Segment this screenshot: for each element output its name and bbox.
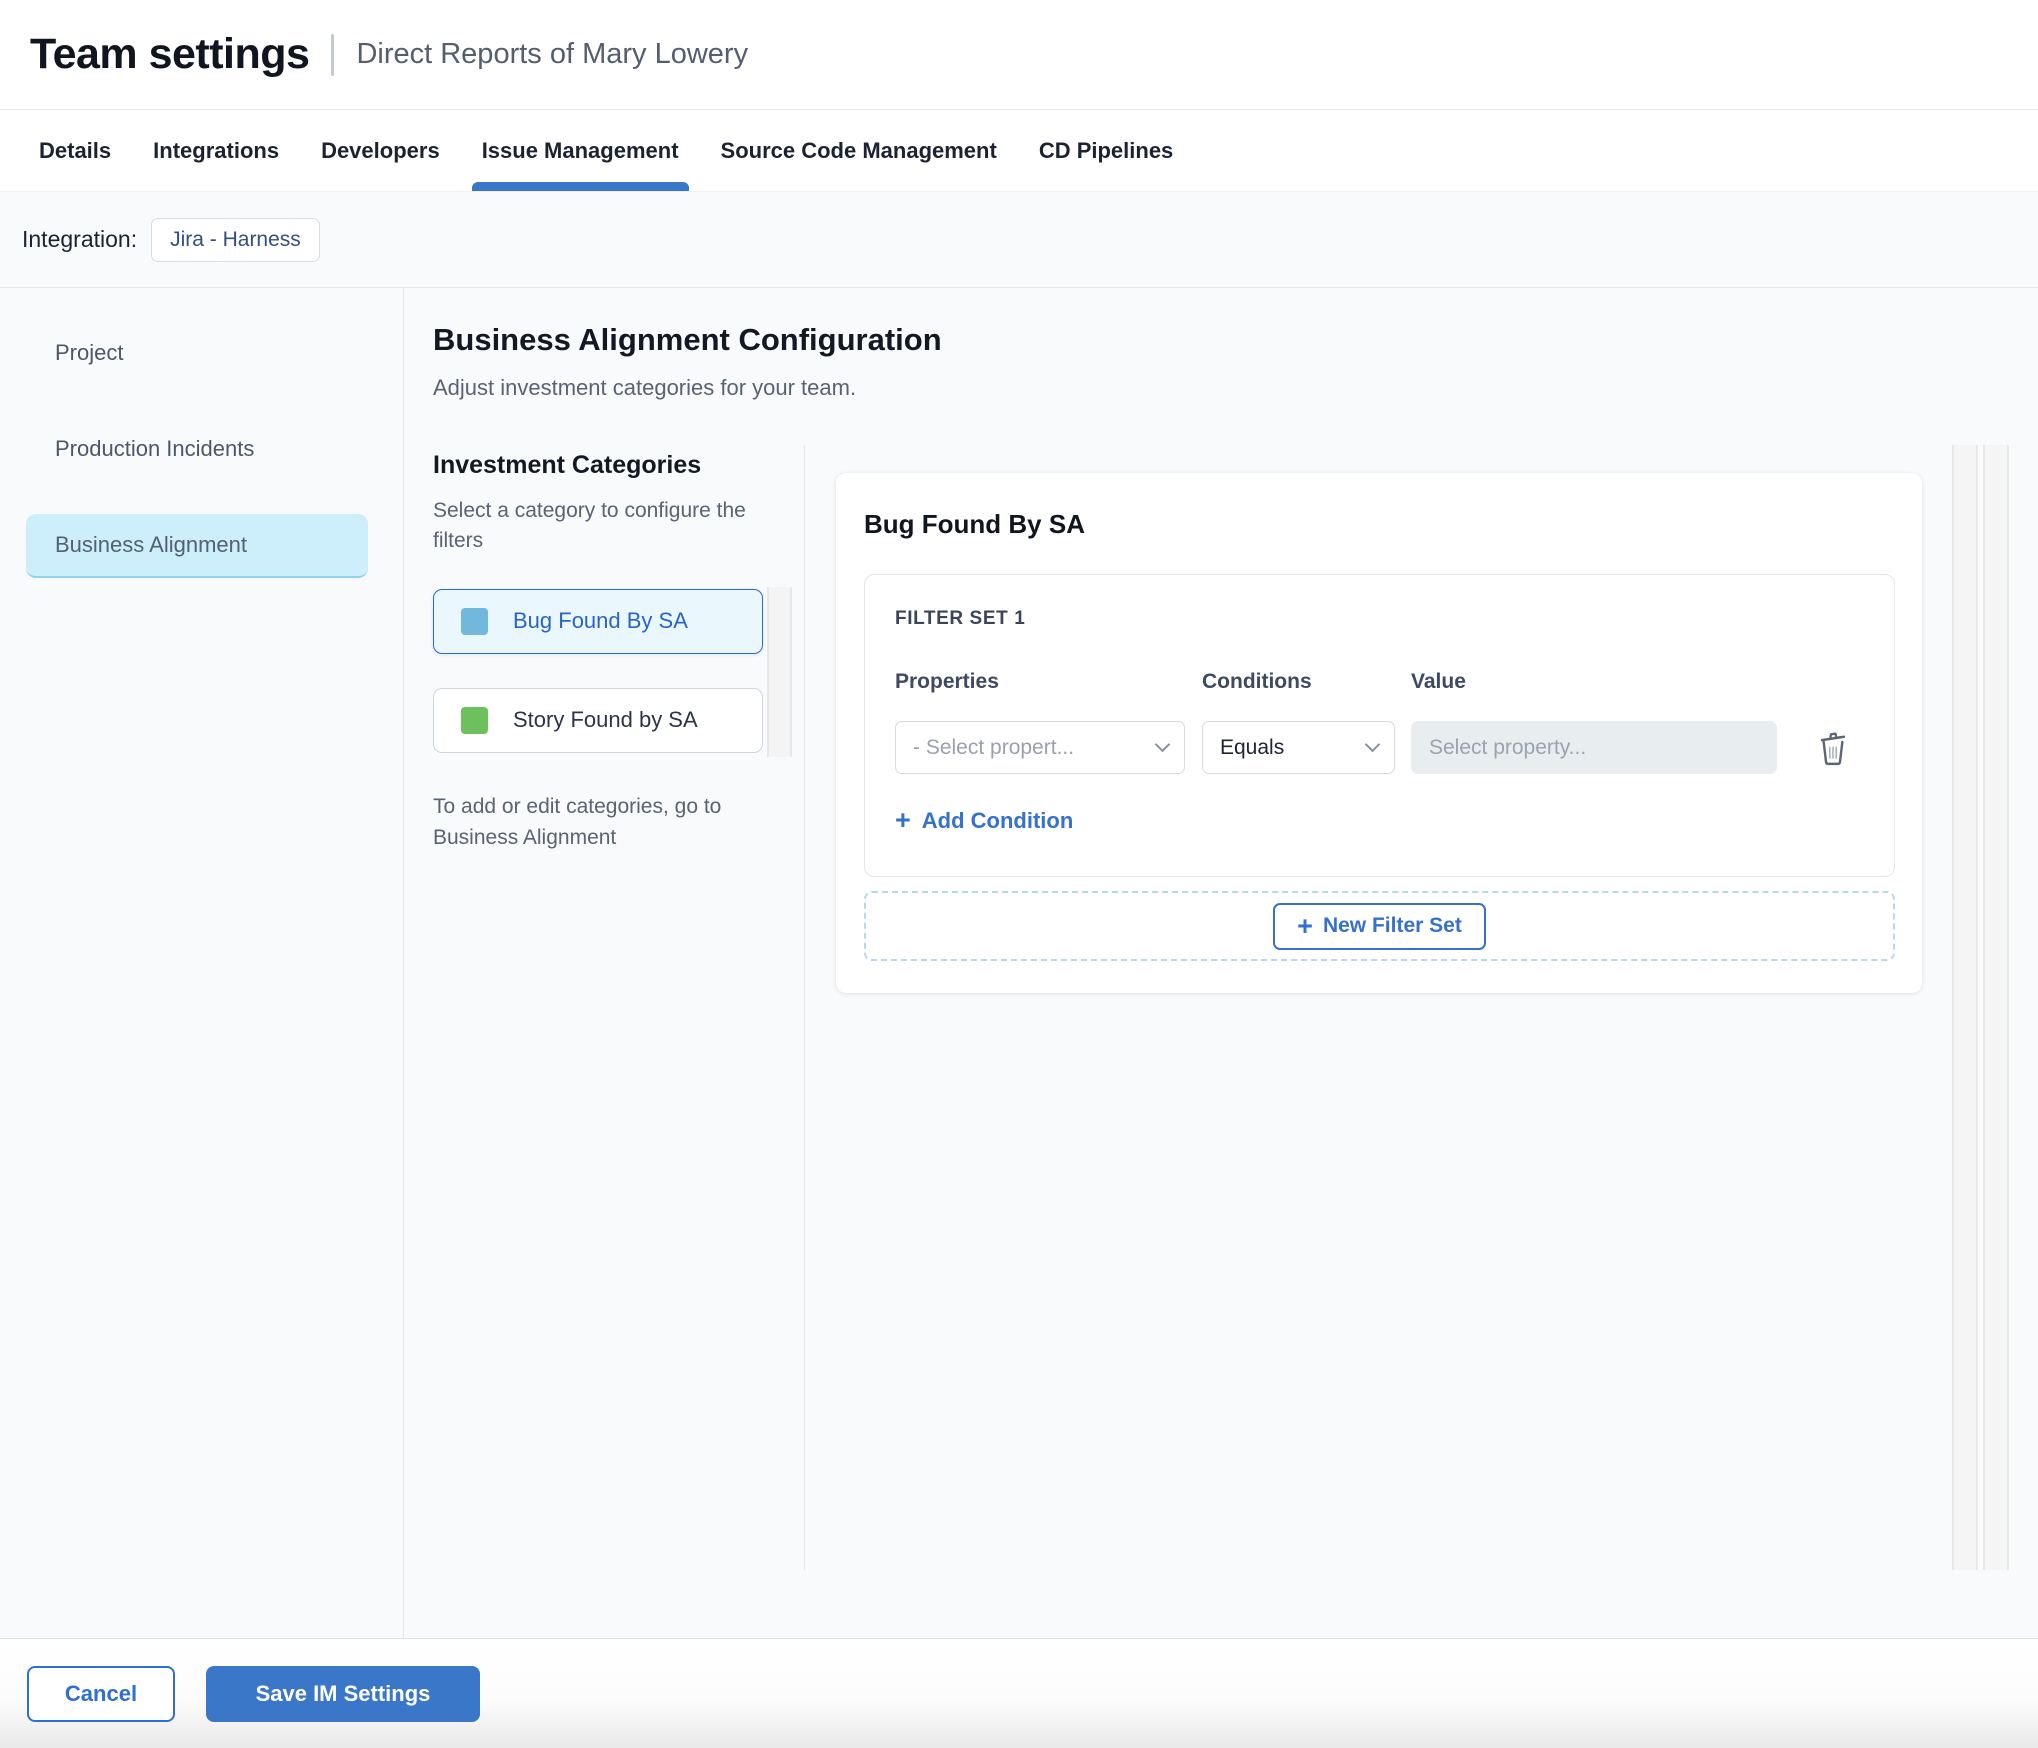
tab-developers[interactable]: Developers	[321, 110, 440, 191]
section-title: Business Alignment Configuration	[433, 322, 942, 357]
chevron-down-icon	[1154, 736, 1171, 753]
properties-select[interactable]: - Select propert...	[895, 721, 1185, 774]
main-panel: Business Alignment Configuration Adjust …	[404, 288, 2038, 1638]
value-input[interactable]	[1411, 721, 1777, 774]
section-subtitle: Adjust investment categories for your te…	[433, 375, 857, 400]
plus-icon: +	[895, 805, 911, 835]
integration-row: Integration: Jira - Harness	[0, 192, 2038, 288]
team-settings-page: Team settings Direct Reports of Mary Low…	[0, 0, 2038, 1748]
filter-condition-row: - Select propert... Equals	[895, 721, 1864, 774]
tab-bar: Details Integrations Developers Issue Ma…	[0, 110, 2038, 192]
properties-select-value: - Select propert...	[913, 735, 1075, 759]
conditions-select[interactable]: Equals	[1202, 721, 1395, 774]
cancel-button[interactable]: Cancel	[27, 1665, 175, 1722]
filter-configuration-column: Bug Found By SA FILTER SET 1 Properties …	[805, 445, 2038, 1570]
category-color-swatch	[461, 706, 488, 734]
tab-source-code-management[interactable]: Source Code Management	[721, 110, 997, 191]
filter-set-label: FILTER SET 1	[895, 608, 1026, 629]
category-color-swatch	[461, 607, 488, 635]
delete-condition-button[interactable]	[1817, 730, 1849, 766]
page-header: Team settings Direct Reports of Mary Low…	[0, 0, 2038, 110]
categories-hint: Select a category to configure the filte…	[433, 499, 746, 553]
new-filter-set-button[interactable]: + New Filter Set	[1273, 902, 1486, 950]
tab-integrations[interactable]: Integrations	[153, 110, 279, 191]
conditions-header: Conditions	[1202, 670, 1312, 693]
new-filter-set-label: New Filter Set	[1322, 914, 1462, 937]
tab-cd-pipelines[interactable]: CD Pipelines	[1039, 110, 1173, 191]
categories-title: Investment Categories	[433, 451, 702, 479]
category-label: Bug Found By SA	[513, 608, 688, 634]
category-button-bug-found-by-sa[interactable]: Bug Found By SA	[433, 588, 763, 654]
page-title: Team settings	[30, 30, 310, 78]
add-condition-label: Add Condition	[921, 807, 1074, 833]
sidebar-item-business-alignment[interactable]: Business Alignment	[26, 514, 368, 578]
filter-set-1: FILTER SET 1 Properties Conditions Value…	[864, 574, 1895, 877]
investment-categories-column: Investment Categories Select a category …	[433, 445, 805, 1570]
title-divider	[331, 33, 335, 76]
tab-issue-management[interactable]: Issue Management	[471, 110, 689, 191]
conditions-select-value: Equals	[1220, 735, 1285, 759]
config-columns: Investment Categories Select a category …	[433, 445, 2038, 1570]
page-subtitle: Direct Reports of Mary Lowery	[356, 38, 749, 70]
category-config-card: Bug Found By SA FILTER SET 1 Properties …	[836, 473, 1922, 993]
category-list-scrollbar[interactable]	[767, 586, 792, 757]
filter-column-headers: Properties Conditions Value	[895, 670, 1864, 694]
sidebar-item-production-incidents[interactable]: Production Incidents	[0, 420, 403, 478]
new-filter-set-dropzone: + New Filter Set	[864, 891, 1895, 961]
vertical-scrollbar[interactable]	[1952, 445, 1978, 1570]
settings-sidebar: Project Production Incidents Business Al…	[0, 288, 404, 1638]
add-condition-button[interactable]: + Add Condition	[895, 807, 1073, 834]
chevron-down-icon	[1364, 736, 1381, 753]
category-button-story-found-by-sa[interactable]: Story Found by SA	[433, 687, 763, 753]
footer-action-bar: Cancel Save IM Settings	[0, 1638, 2038, 1748]
integration-chip[interactable]: Jira - Harness	[151, 217, 320, 262]
content-area: Project Production Incidents Business Al…	[0, 288, 2038, 1638]
category-label: Story Found by SA	[513, 707, 698, 733]
properties-header: Properties	[895, 670, 999, 693]
categories-note: To add or edit categories, go to Busines…	[433, 794, 722, 850]
save-im-settings-button[interactable]: Save IM Settings	[206, 1665, 480, 1722]
vertical-scrollbar[interactable]	[1983, 445, 2009, 1570]
sidebar-item-project[interactable]: Project	[0, 324, 403, 382]
plus-icon: +	[1297, 910, 1313, 941]
card-title: Bug Found By SA	[864, 509, 1085, 539]
trash-icon	[1820, 731, 1846, 765]
value-header: Value	[1411, 670, 1466, 693]
integration-label: Integration:	[22, 226, 138, 252]
tab-details[interactable]: Details	[39, 110, 111, 191]
category-list: Bug Found By SA Story Found by SA	[433, 586, 804, 757]
